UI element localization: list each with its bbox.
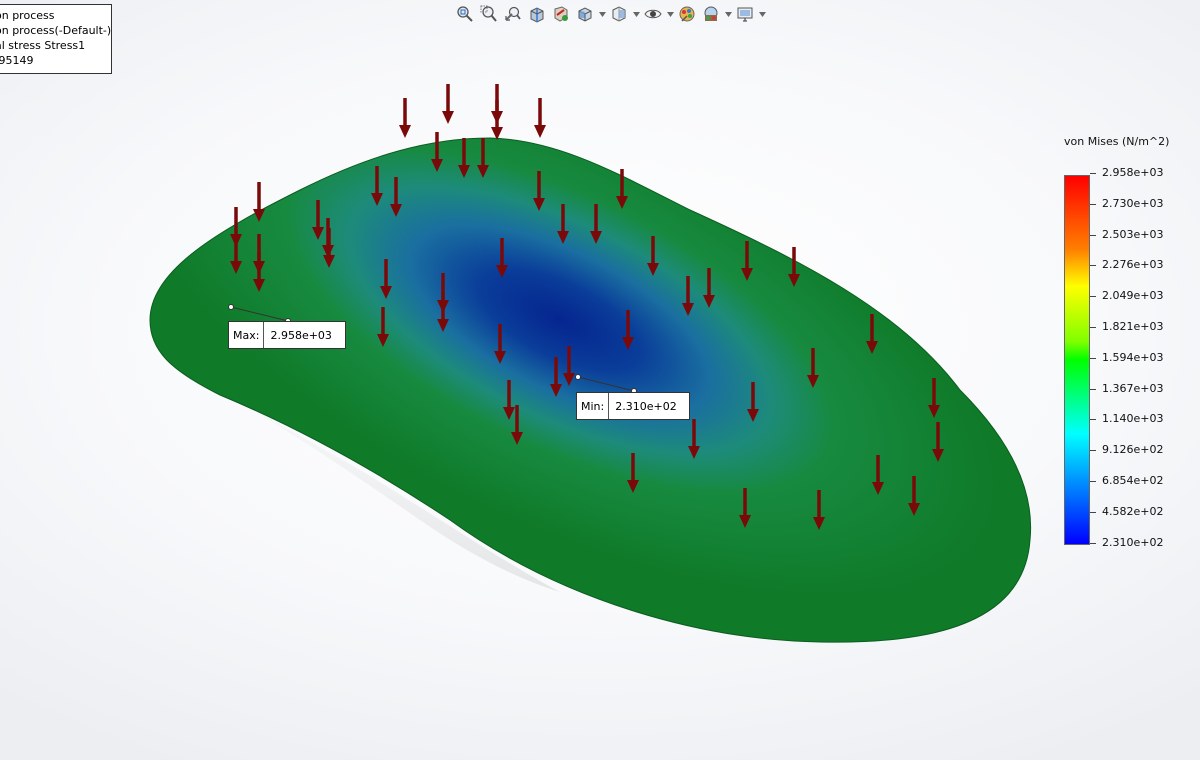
legend-tick-label: 2.049e+03: [1102, 289, 1164, 303]
display-style-button[interactable]: [608, 4, 630, 24]
load-arrow: [442, 84, 454, 124]
view-settings-button[interactable]: [734, 4, 756, 24]
legend-tick-mark: [1090, 542, 1096, 544]
chevron-down-icon: [724, 11, 732, 17]
legend-color-bar: [1064, 175, 1090, 545]
legend-tick-mark: [1090, 357, 1096, 359]
view-results-button[interactable]: [550, 4, 572, 24]
chevron-down-icon: [598, 11, 606, 17]
zoom-to-fit-icon: [457, 6, 473, 22]
min-probe-label[interactable]: Min: 2.310e+02: [576, 392, 690, 420]
legend-tick-label: 1.594e+03: [1102, 350, 1164, 364]
legend-tick-label: 1.367e+03: [1102, 381, 1164, 395]
chevron-down-icon: [632, 11, 640, 17]
hide-show-items-dropdown[interactable]: [666, 4, 674, 24]
min-probe-value: 2.310e+02: [615, 399, 677, 413]
display-style-dropdown[interactable]: [632, 4, 640, 24]
legend-tick-mark: [1090, 265, 1096, 267]
legend-tick-label: 2.730e+03: [1102, 196, 1164, 210]
legend-tick-label: 2.503e+03: [1102, 227, 1164, 241]
zoom-to-area-button[interactable]: [478, 4, 500, 24]
legend-tick-label: 1.821e+03: [1102, 320, 1164, 333]
edit-appearance-icon: [679, 6, 695, 22]
chevron-down-icon: [666, 11, 674, 17]
edit-appearance-button[interactable]: [676, 4, 698, 24]
heads-up-view-toolbar: [454, 3, 766, 25]
legend-tick-label: 4.582e+02: [1102, 504, 1164, 518]
view-orientation-icon: [578, 7, 592, 22]
legend-tick-mark: [1090, 234, 1096, 236]
max-probe-value: 2.958e+03: [270, 328, 332, 342]
view-orientation-dropdown[interactable]: [598, 4, 606, 24]
load-arrow: [399, 98, 411, 138]
section-view-icon: [530, 7, 544, 23]
load-arrow: [534, 98, 546, 138]
legend-tick-mark: [1090, 511, 1096, 513]
view-settings-icon: [737, 7, 753, 22]
legend-tick-label: 9.126e+02: [1102, 443, 1164, 457]
display-style-icon: [612, 6, 626, 22]
hide-show-items-button[interactable]: [642, 4, 664, 24]
legend-tick-mark: [1090, 388, 1096, 390]
zoom-to-area-icon: [480, 5, 497, 22]
info-line: al stress Stress1: [0, 39, 86, 52]
legend-tick-label: 6.854e+02: [1102, 474, 1164, 487]
apply-scene-icon: [704, 6, 718, 21]
view-results-icon: [554, 6, 568, 22]
legend-tick-label: 2.310e+02: [1102, 535, 1164, 549]
legend-tick-label: 2.276e+03: [1102, 258, 1164, 272]
apply-scene-dropdown[interactable]: [724, 4, 732, 24]
view-orientation-button[interactable]: [574, 4, 596, 24]
legend-tick-mark: [1090, 419, 1096, 421]
info-line: .95149: [0, 54, 34, 67]
zoom-to-fit-button[interactable]: [454, 4, 476, 24]
view-settings-dropdown[interactable]: [758, 4, 766, 24]
info-line: on process: [0, 9, 55, 22]
min-probe-point: [575, 374, 581, 380]
previous-view-button[interactable]: [502, 4, 524, 24]
section-view-button[interactable]: [526, 4, 548, 24]
legend-tick-mark: [1090, 327, 1096, 328]
max-probe-label[interactable]: Max: 2.958e+03: [228, 321, 346, 349]
apply-scene-button[interactable]: [700, 4, 722, 24]
hide-show-items-icon: [644, 9, 662, 19]
load-arrow: [491, 100, 503, 140]
max-probe-point: [228, 304, 234, 310]
chevron-down-icon: [758, 11, 766, 17]
legend-tick-mark: [1090, 173, 1096, 174]
legend-tick-mark: [1090, 203, 1096, 205]
info-line: on process(-Default-): [0, 24, 112, 37]
model-viewport[interactable]: [0, 0, 1200, 760]
legend-tick-label: 2.958e+03: [1102, 166, 1164, 179]
legend-tick-mark: [1090, 481, 1096, 482]
study-info-box: on process on process(-Default-) al stre…: [0, 4, 112, 74]
legend-tick-mark: [1090, 450, 1096, 452]
legend-tick-label: 1.140e+03: [1102, 412, 1164, 426]
previous-view-icon: [505, 6, 521, 21]
stress-plot-surface[interactable]: [149, 137, 1032, 643]
min-probe-caption: Min:: [577, 393, 610, 419]
legend-tick-mark: [1090, 296, 1096, 298]
legend-title: von Mises (N/m^2): [1064, 135, 1170, 148]
max-probe-caption: Max:: [229, 322, 265, 348]
